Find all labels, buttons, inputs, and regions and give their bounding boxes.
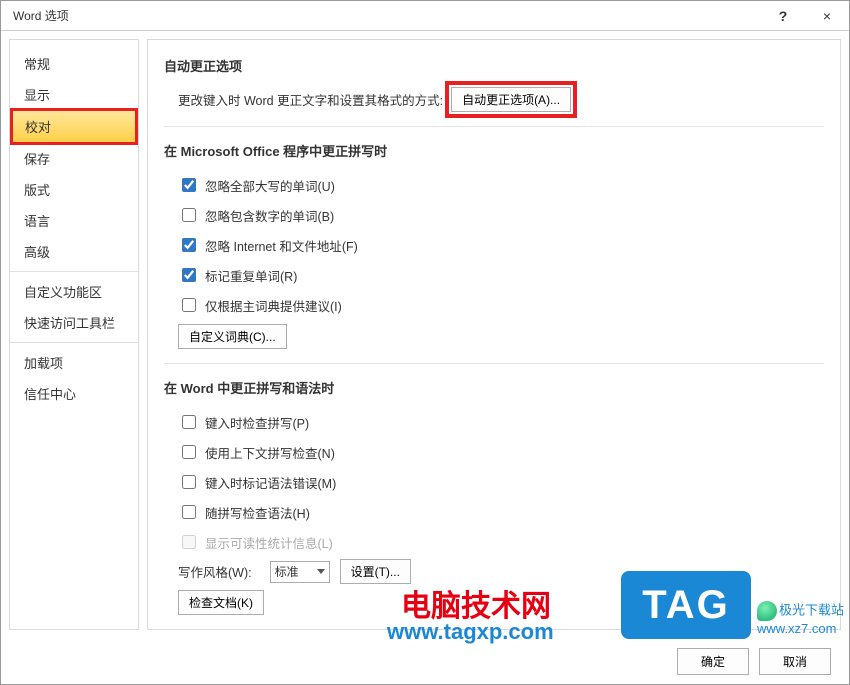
sidebar-separator <box>10 271 138 272</box>
word-options-dialog: Word 选项 ? × 常规 显示 校对 保存 版式 语言 高级 自定义功能区 … <box>0 0 850 685</box>
cb-label: 标记重复单词(R) <box>205 266 297 285</box>
cb-flag-repeats[interactable]: 标记重复单词(R) <box>178 262 297 288</box>
autocorrect-options-button[interactable]: 自动更正选项(A)... <box>451 87 571 112</box>
sidebar: 常规 显示 校对 保存 版式 语言 高级 自定义功能区 快速访问工具栏 加载项 … <box>9 39 139 630</box>
cb-ignore-uppercase-input[interactable] <box>182 178 196 192</box>
writing-style-select[interactable]: 标准 <box>270 561 330 583</box>
cancel-button[interactable]: 取消 <box>759 648 831 675</box>
custom-dictionaries-button[interactable]: 自定义词典(C)... <box>178 324 287 349</box>
cb-ignore-uppercase[interactable]: 忽略全部大写的单词(U) <box>178 172 335 198</box>
sidebar-item-save[interactable]: 保存 <box>10 143 138 174</box>
cb-check-grammar-with-spelling-input[interactable] <box>182 505 196 519</box>
cb-label: 显示可读性统计信息(L) <box>205 533 333 552</box>
cb-mark-grammar-typing[interactable]: 键入时标记语法错误(M) <box>178 469 336 495</box>
cb-label: 忽略 Internet 和文件地址(F) <box>205 236 358 255</box>
writing-style-value: 标准 <box>275 563 299 580</box>
separator <box>164 126 824 127</box>
cb-contextual-spelling-input[interactable] <box>182 445 196 459</box>
separator <box>164 629 824 630</box>
cb-ignore-urls[interactable]: 忽略 Internet 和文件地址(F) <box>178 232 358 258</box>
cb-label: 键入时检查拼写(P) <box>205 413 309 432</box>
window-title: Word 选项 <box>13 7 69 24</box>
sidebar-item-customize-ribbon[interactable]: 自定义功能区 <box>10 276 138 307</box>
cb-label: 忽略全部大写的单词(U) <box>205 176 335 195</box>
chevron-down-icon <box>317 569 325 574</box>
cb-flag-repeats-input[interactable] <box>182 268 196 282</box>
cb-main-dict-only[interactable]: 仅根据主词典提供建议(I) <box>178 292 342 318</box>
cb-check-grammar-with-spelling[interactable]: 随拼写检查语法(H) <box>178 499 310 525</box>
section-office-spell-title: 在 Microsoft Office 程序中更正拼写时 <box>164 141 824 160</box>
sidebar-separator <box>10 342 138 343</box>
dialog-footer: 确定 取消 <box>1 638 849 684</box>
section-word-spell-title: 在 Word 中更正拼写和语法时 <box>164 378 824 397</box>
cb-readability-stats: 显示可读性统计信息(L) <box>178 529 333 555</box>
sidebar-item-proofing[interactable]: 校对 <box>12 110 136 143</box>
dialog-body: 常规 显示 校对 保存 版式 语言 高级 自定义功能区 快速访问工具栏 加载项 … <box>1 31 849 638</box>
cb-label: 仅根据主词典提供建议(I) <box>205 296 342 315</box>
sidebar-item-display[interactable]: 显示 <box>10 79 138 110</box>
sidebar-item-addins[interactable]: 加载项 <box>10 347 138 378</box>
cb-contextual-spelling[interactable]: 使用上下文拼写检查(N) <box>178 439 335 465</box>
main-panel: 自动更正选项 更改键入时 Word 更正文字和设置其格式的方式: 自动更正选项(… <box>147 39 841 630</box>
help-button[interactable]: ? <box>761 1 805 30</box>
section-autocorrect-title: 自动更正选项 <box>164 56 824 75</box>
cb-ignore-urls-input[interactable] <box>182 238 196 252</box>
cb-label: 忽略包含数字的单词(B) <box>205 206 334 225</box>
titlebar: Word 选项 ? × <box>1 1 849 31</box>
sidebar-item-trust-center[interactable]: 信任中心 <box>10 378 138 409</box>
titlebar-controls: ? × <box>761 1 849 30</box>
autocorrect-desc: 更改键入时 Word 更正文字和设置其格式的方式: <box>178 90 443 109</box>
grammar-settings-button[interactable]: 设置(T)... <box>340 559 411 584</box>
recheck-document-button[interactable]: 检查文档(K) <box>178 590 264 615</box>
close-button[interactable]: × <box>805 1 849 30</box>
cb-readability-stats-input <box>182 535 196 549</box>
sidebar-item-quick-access[interactable]: 快速访问工具栏 <box>10 307 138 338</box>
cb-check-spelling-typing-input[interactable] <box>182 415 196 429</box>
cb-ignore-numbers-input[interactable] <box>182 208 196 222</box>
sidebar-item-advanced[interactable]: 高级 <box>10 236 138 267</box>
cb-label: 键入时标记语法错误(M) <box>205 473 336 492</box>
cb-label: 使用上下文拼写检查(N) <box>205 443 335 462</box>
ok-button[interactable]: 确定 <box>677 648 749 675</box>
cb-label: 随拼写检查语法(H) <box>205 503 310 522</box>
cb-check-spelling-typing[interactable]: 键入时检查拼写(P) <box>178 409 309 435</box>
autocorrect-row: 更改键入时 Word 更正文字和设置其格式的方式: 自动更正选项(A)... <box>164 87 824 112</box>
separator <box>164 363 824 364</box>
cb-ignore-numbers[interactable]: 忽略包含数字的单词(B) <box>178 202 334 228</box>
cb-mark-grammar-typing-input[interactable] <box>182 475 196 489</box>
cb-main-dict-only-input[interactable] <box>182 298 196 312</box>
writing-style-label: 写作风格(W): <box>178 562 252 581</box>
sidebar-item-language[interactable]: 语言 <box>10 205 138 236</box>
sidebar-item-layout[interactable]: 版式 <box>10 174 138 205</box>
sidebar-item-general[interactable]: 常规 <box>10 48 138 79</box>
